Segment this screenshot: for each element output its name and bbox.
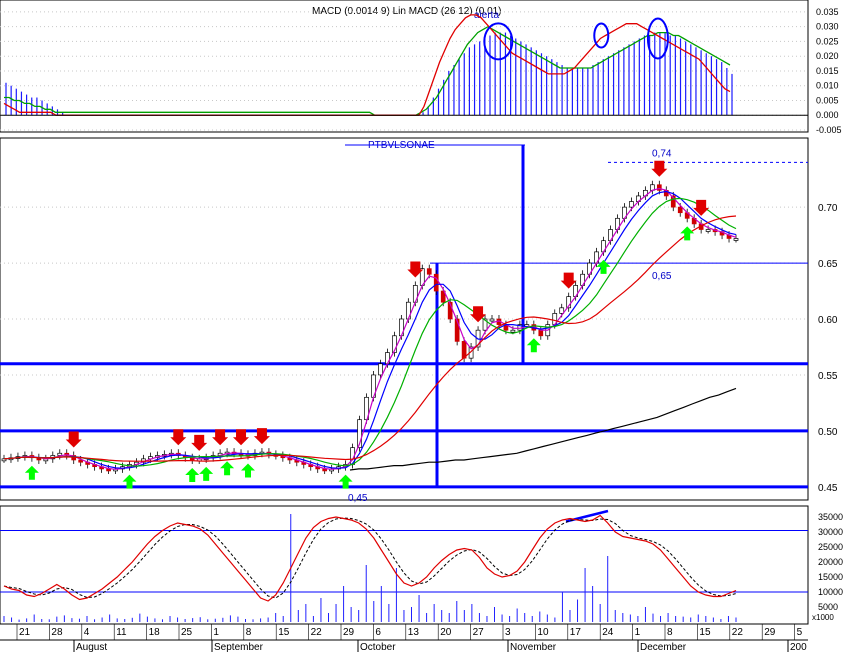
x-axis-month-label: November: [510, 642, 557, 652]
price-moving-average-line: [3, 190, 737, 469]
x-axis-day-label: 13: [408, 627, 420, 638]
price-moving-average-line: [3, 187, 737, 470]
price-sell-arrow: [65, 431, 82, 448]
x-axis-day-label: 29: [764, 627, 776, 638]
x-axis-day-label: 21: [19, 627, 31, 638]
macd-y-axis: 0.035 0.030 0.025 0.020 0.015 0.010 0.005 0.000…: [816, 7, 842, 135]
macd-y-tick-label: 0.030: [816, 22, 839, 32]
oscillator-y-tick-label: 35000: [818, 512, 843, 522]
x-axis-day-label: 18: [149, 627, 161, 638]
x-axis-day-label: 22: [732, 627, 744, 638]
price-buy-arrow: [199, 466, 214, 481]
oscillator-y-tick-label: 30000: [818, 527, 843, 537]
price-moving-averages: [3, 187, 737, 471]
macd-panel: MACD (0.0014 9) Lin MACD (26 12) (0.01) …: [0, 0, 842, 135]
x-axis-day-label: 29: [343, 627, 355, 638]
price-candle-body: [677, 206, 683, 214]
technical-chart: MACD (0.0014 9) Lin MACD (26 12) (0.01) …: [0, 0, 843, 652]
x-axis-day-label: 8: [246, 627, 252, 638]
macd-y-tick-label: 0.035: [816, 7, 839, 17]
x-axis-day-label: 27: [473, 627, 485, 638]
macd-y-tick-label: 0.005: [816, 95, 839, 105]
x-axis-month-label: August: [76, 642, 107, 652]
price-y-axis: 0.70 0.65 0.60 0.55 0.50 0.45: [818, 203, 838, 494]
oscillator-unit-label: x1000: [812, 613, 834, 622]
x-axis-day-label: 28: [51, 627, 63, 638]
price-y-tick-label: 0.65: [818, 259, 838, 270]
x-axis-month-label: 200: [790, 642, 807, 652]
x-axis-day-ticks: 21 28 4 11 18 25 1 8 15 22 29 6 13 20 27 3 10 17 24 1 8 15 22 2…: [0, 624, 808, 641]
price-buy-arrow: [220, 461, 235, 476]
price-candle-body: [510, 329, 516, 333]
macd-y-tick-label: 0.010: [816, 81, 839, 91]
price-candle-body: [656, 184, 662, 191]
price-moving-average-line: [3, 215, 737, 462]
price-y-tick-label: 0.45: [818, 483, 838, 494]
x-axis-day-label: 15: [699, 627, 711, 638]
price-value-label: 0,65: [652, 271, 672, 282]
price-sell-arrow: [651, 160, 668, 177]
oscillator-panel-frame: [0, 505, 809, 625]
oscillator-y-tick-label: 15000: [818, 572, 843, 582]
x-axis-months: August September October November December 20…: [73, 640, 807, 652]
oscillator-y-axis: 35000 30000 25000 20000 15000 10000 5000: [818, 512, 843, 612]
macd-y-tick-label: -0.005: [816, 125, 842, 135]
price-buy-arrow: [526, 338, 541, 353]
oscillator-y-tick-label: 25000: [818, 542, 843, 552]
price-level-lines: [0, 144, 808, 489]
price-y-tick-label: 0.50: [818, 427, 838, 438]
x-axis-day-label: 24: [602, 627, 614, 638]
x-axis-day-label: 6: [375, 627, 381, 638]
price-y-tick-label: 0.55: [818, 371, 838, 382]
oscillator-y-tick-label: 20000: [818, 557, 843, 567]
price-buy-arrow: [241, 463, 255, 478]
price-candle-body: [433, 273, 439, 292]
price-candle-body: [489, 318, 495, 322]
x-axis-day-label: 25: [181, 627, 193, 638]
x-axis-day-label: 1: [635, 627, 641, 638]
price-candle-body: [378, 363, 383, 376]
price-y-tick-label: 0.70: [818, 203, 838, 214]
price-candle-body: [461, 341, 467, 359]
macd-y-tick-label: 0.020: [816, 51, 839, 61]
macd-y-tick-label: 0.000: [816, 110, 839, 120]
price-sell-arrow: [191, 434, 208, 451]
x-axis-day-label: 8: [667, 627, 673, 638]
price-candle-body: [733, 238, 739, 241]
price-candle-body: [538, 329, 544, 337]
x-axis-day-label: 17: [570, 627, 582, 638]
x-axis: 21 28 4 11 18 25 1 8 15 22 29 6 13 20 27 3 10 17 24 1 8 15 22 2…: [0, 624, 808, 652]
x-axis-month-label: September: [214, 642, 264, 652]
oscillator-panel: 35000 30000 25000 20000 15000 10000 5000 x1000: [0, 505, 843, 625]
oscillator-y-tick-label: 10000: [818, 587, 843, 597]
macd-histogram: [5, 32, 733, 116]
price-candle-body: [426, 268, 432, 275]
x-axis-day-label: 15: [278, 627, 290, 638]
x-axis-day-label: 1: [213, 627, 219, 638]
price-gridlines: [0, 206, 808, 488]
price-candle-body: [705, 229, 711, 232]
stochastic-k-line: [3, 514, 737, 602]
x-axis-day-label: 3: [505, 627, 511, 638]
x-axis-month-label: December: [640, 642, 687, 652]
x-axis-day-label: 5: [797, 627, 803, 638]
x-axis-day-label: 4: [84, 627, 90, 638]
x-axis-day-label: 22: [311, 627, 323, 638]
price-buy-arrow: [24, 465, 39, 480]
price-candle-body: [629, 201, 634, 208]
x-axis-day-label: 11: [116, 627, 127, 638]
macd-y-tick-label: 0.025: [816, 36, 839, 46]
x-axis-day-label: 10: [537, 627, 549, 638]
price-panel: PTBVLSONAE 0,740,650,45 0.700.650.600.55…: [0, 137, 838, 504]
x-axis-day-label: 20: [440, 627, 452, 638]
price-buy-arrow: [185, 467, 200, 482]
price-y-tick-label: 0.60: [818, 315, 838, 326]
oscillator-y-tick-label: 5000: [818, 602, 838, 612]
x-axis-month-label: October: [360, 642, 396, 652]
macd-y-tick-label: 0.015: [816, 66, 839, 76]
price-moving-average-200-line: [349, 387, 737, 471]
price-value-label: 0,45: [348, 493, 368, 504]
price-value-label: 0,74: [652, 148, 672, 159]
